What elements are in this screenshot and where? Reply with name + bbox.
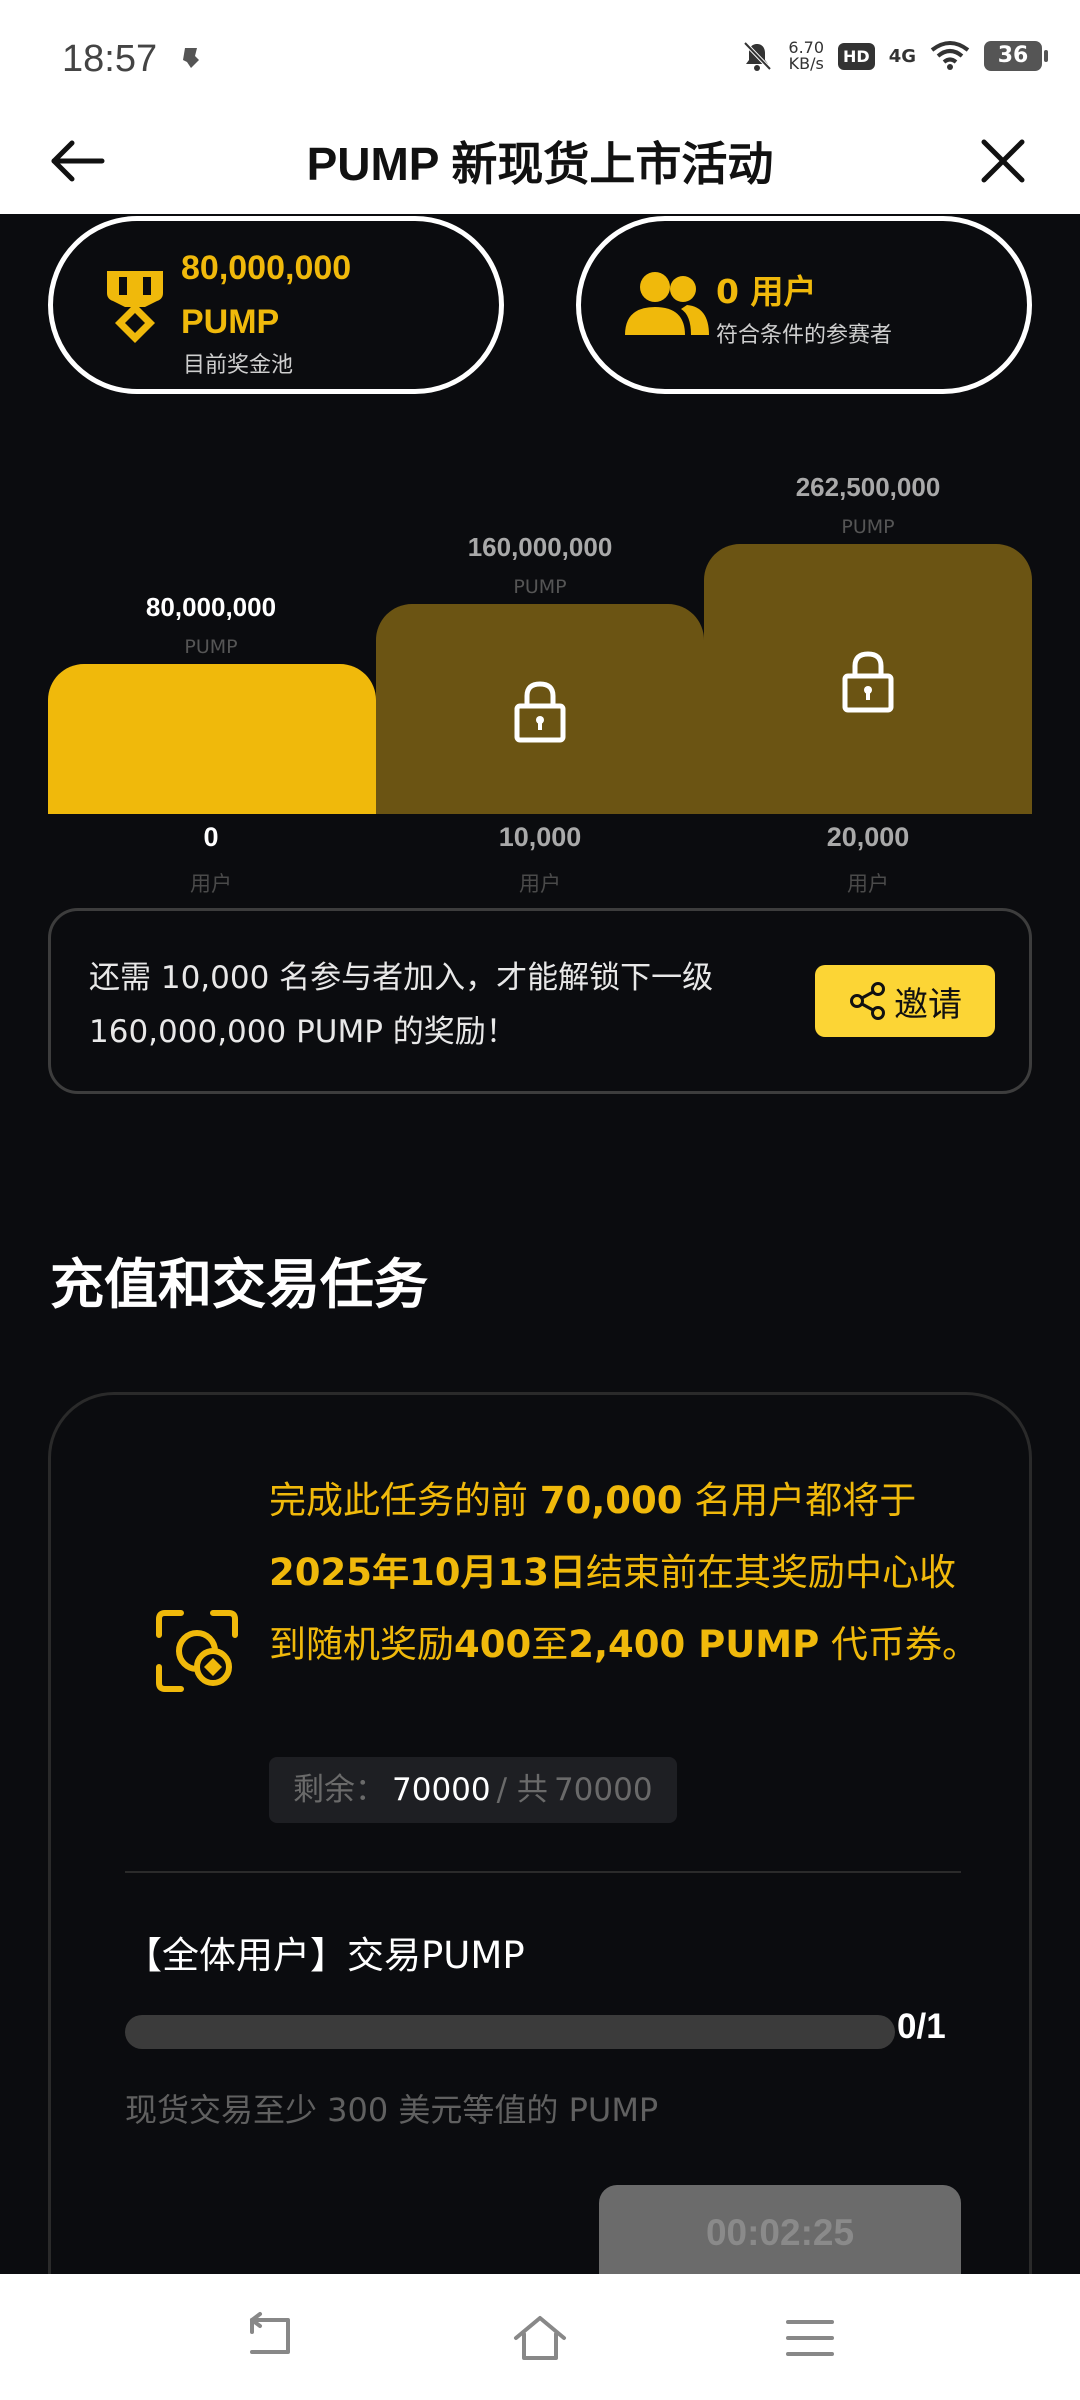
page-header: PUMP 新现货上市活动 [0,110,1080,214]
page-title: PUMP 新现货上市活动 [306,138,774,190]
scan-coin-icon [156,1610,238,1692]
status-time: 18:57 [62,38,158,80]
back-nav-icon[interactable] [242,2310,298,2366]
lock-icon [842,651,894,713]
network-type: 4G [888,45,916,67]
task-reward-min: 400 [454,1623,532,1666]
task-user-limit: 70,000 [539,1479,683,1522]
mute-bell-icon [743,41,772,71]
prize-pool-card: 80,000,000 PUMP 目前奖金池 [48,216,504,394]
subtask-title: 【全体用户】交易PUMP [125,1934,525,1977]
tier-3-reward-unit: PUMP [841,516,895,538]
tier-1-threshold: 0 [203,822,219,852]
prize-pool-unit: PUMP [181,303,280,341]
task-card: 完成此任务的前 70,000 名用户都将于 2025年10月13日结束前在其奖励… [48,1392,1032,2392]
remaining-separator: / 共 [496,1772,548,1808]
system-nav-bar [0,2274,1080,2400]
tier-1-threshold-unit: 用户 [190,872,232,896]
task-desc-text: 完成此任务的前 [269,1479,540,1522]
task-progress-bar [125,2015,895,2049]
speed-unit: KB/s [788,54,824,73]
invite-banner: 还需 10,000 名参与者加入，才能解锁下一级 160,000,000 PUM… [48,908,1032,1094]
tier-1-reward-unit: PUMP [184,636,238,658]
tier-2-reward: 160,000,000 [467,532,613,562]
task-description: 完成此任务的前 70,000 名用户都将于 2025年10月13日结束前在其奖励… [269,1465,989,1681]
participants-label: 符合条件的参赛者 [716,323,893,348]
task-deadline: 2025年10月13日 [269,1551,586,1594]
close-icon[interactable] [972,130,1034,192]
share-icon [850,982,885,1020]
prize-pool-amount: 80,000,000 [181,249,352,287]
wifi-icon [930,41,970,70]
section-title: 充值和交易任务 [50,1253,428,1316]
status-bar: 18:57 6.70 KB/s HD 4G 36 [0,0,1080,110]
task-desc-text: 名用户都将于 [682,1479,917,1522]
notification-app-icon [183,48,199,68]
divider [125,1871,961,1873]
tier-2-threshold-unit: 用户 [519,872,561,896]
top-bar: 18:57 6.70 KB/s HD 4G 36 PUMP 新现货上市活动 [0,0,1080,214]
task-reward-max: 2,400 PUMP [568,1623,820,1666]
participants-card: 0 用户 符合条件的参赛者 [576,216,1032,394]
invite-button[interactable]: 邀请 [815,965,995,1037]
tier-1-reward: 80,000,000 [145,592,277,622]
tier-1-bar [48,664,376,814]
subtask-requirement: 现货交易至少 300 美元等值的 PUMP [125,2091,659,2129]
remaining-badge: 剩余： 70000 / 共 70000 [269,1757,677,1823]
users-icon [625,272,709,335]
invite-message-line-1: 还需 10,000 名参与者加入，才能解锁下一级 [89,960,714,996]
invite-button-label: 邀请 [894,984,962,1025]
task-progress-text: 0/1 [897,2007,946,2046]
task-desc-text: 至 [531,1623,569,1666]
remaining-total: 70000 [553,1772,653,1808]
prize-pool-label: 目前奖金池 [183,353,294,378]
menu-nav-icon[interactable] [782,2310,838,2366]
remaining-label: 剩余： [293,1772,386,1808]
status-icons: 6.70 KB/s HD 4G 36 [740,34,1048,78]
hd-badge: HD [838,42,875,70]
tier-2-threshold: 10,000 [498,822,582,852]
invite-message-line-2: 160,000,000 PUMP 的奖励！ [89,1014,517,1050]
tier-3-threshold: 20,000 [826,822,910,852]
participants-count: 0 用户 [716,272,817,311]
remaining-count: 70000 [392,1772,491,1808]
home-nav-icon[interactable] [512,2310,568,2366]
tier-3-threshold-unit: 用户 [847,872,889,896]
tier-2-reward-unit: PUMP [513,576,567,598]
lock-icon [514,681,566,743]
task-desc-text: 代币券。 [819,1623,980,1666]
battery-indicator: 36 [984,41,1048,71]
tier-3-reward: 262,500,000 [795,472,941,502]
network-speed: 6.70 KB/s [788,40,824,72]
medal-icon [107,271,163,343]
invite-message: 还需 10,000 名参与者加入，才能解锁下一级 160,000,000 PUM… [89,951,809,1059]
